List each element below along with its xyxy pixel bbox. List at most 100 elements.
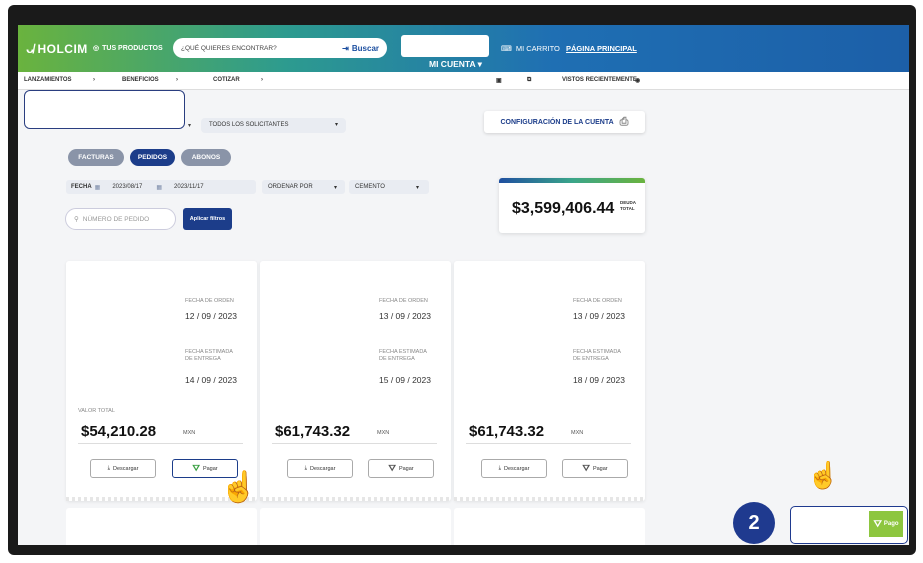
download-icon: ⤓ — [304, 465, 308, 471]
download-button[interactable]: ⤓ Descargar — [287, 459, 353, 478]
download-icon: ⤓ — [107, 465, 111, 471]
cart-icon: ⌨ — [501, 44, 512, 53]
search-button-label: Buscar — [351, 43, 379, 53]
apply-filters-button[interactable]: Aplicar filtros — [183, 208, 232, 230]
search-input[interactable]: ¿QUÉ QUIERES ENCONTRAR? — [181, 45, 342, 52]
cart-label: MI CARRITO — [515, 44, 560, 53]
order-date-label: FECHA DE ORDEN — [185, 298, 234, 304]
order-date-label: FECHA DE ORDEN — [573, 298, 622, 304]
date-range-filter[interactable]: FECHA ▦ 2023/08/17 ▦ 2023/11/17 — [66, 180, 256, 194]
order-date-value: 13 / 09 / 2023 — [379, 311, 431, 321]
order-amount: $54,210.28 — [81, 423, 157, 440]
download-label: Descargar — [310, 465, 336, 472]
pay-label: Pago — [883, 521, 899, 527]
chevron-down-icon: ▾ — [333, 184, 337, 191]
delivery-date-label-2: DE ENTREGA — [185, 356, 221, 362]
requesters-select[interactable]: TODOS LOS SOLICITANTES ▾ — [201, 118, 346, 133]
product-label: CEMENTO — [355, 184, 385, 190]
main-nav: LANZAMIENTOS › BENEFICIOS › COTIZAR › ▣ … — [18, 72, 909, 90]
download-label: Descargar — [113, 465, 139, 472]
download-button[interactable]: ⤓ Descargar — [481, 459, 547, 478]
home-link[interactable]: PÁGINA PRINCIPAL — [566, 44, 637, 53]
user-name-redacted — [401, 35, 489, 57]
calendar-icon[interactable]: ▦ — [95, 184, 101, 191]
tab-facturas[interactable]: FACTURAS — [68, 149, 124, 166]
delivery-date-label-1: FECHA ESTIMADA — [379, 349, 427, 355]
cart-link[interactable]: ⌨ MI CARRITO — [501, 44, 560, 53]
order-card: FECHA DE ORDEN 13 / 09 / 2023 FECHA ESTI… — [454, 261, 645, 501]
order-amount: $61,743.32 — [469, 423, 545, 440]
recently-viewed-link[interactable]: VISTOS RECIENTEMENTE — [562, 77, 637, 83]
card-perforation — [454, 497, 645, 501]
date-label: FECHA — [71, 184, 92, 190]
tab-abonos[interactable]: ABONOS — [181, 149, 231, 166]
order-card-partial — [454, 508, 645, 545]
arrow-right-icon: ⇥ — [342, 43, 349, 53]
settings-doc-icon: ⎙ — [619, 115, 629, 128]
delivery-date-label-1: FECHA ESTIMADA — [573, 349, 621, 355]
delivery-date-label-2: DE ENTREGA — [573, 356, 609, 362]
pay-icon: ⛛ — [582, 463, 590, 473]
search-button[interactable]: ⇥ Buscar — [342, 44, 379, 53]
pay-button-zoomed[interactable]: ⛛ Pago — [869, 511, 903, 537]
pay-icon: ⛛ — [873, 518, 882, 530]
eye-icon: ◉ — [635, 78, 641, 84]
order-number-search[interactable]: ⚲ NÚMERO DE PEDIDO — [65, 208, 176, 230]
chevron-down-icon: ▾ — [415, 184, 419, 191]
calendar-icon[interactable]: ▣ — [496, 77, 502, 84]
app-screen: ᴗ̸ HOLCIM ◎ TUS PRODUCTOS ¿QUÉ QUIERES E… — [18, 25, 909, 545]
chevron-down-icon: ▾ — [188, 123, 192, 129]
pay-label: Pagar — [398, 465, 414, 472]
zoomed-pay-callout: ⛛ Pago — [790, 506, 908, 544]
divider — [466, 443, 631, 444]
search-icon: ⚲ — [74, 216, 79, 223]
order-date-value: 12 / 09 / 2023 — [185, 311, 237, 321]
divider — [272, 443, 437, 444]
currency-label: MXN — [183, 430, 196, 436]
sort-select[interactable]: ORDENAR POR ▾ — [262, 180, 345, 194]
nav-item-lanzamientos[interactable]: LANZAMIENTOS — [24, 77, 72, 83]
pointer-hand-icon: ☝ — [806, 459, 840, 490]
order-number-input[interactable]: NÚMERO DE PEDIDO — [83, 216, 149, 223]
download-icon: ⤓ — [498, 465, 502, 471]
date-from[interactable]: 2023/08/17 — [112, 184, 142, 190]
total-debt-label: DEUDA TOTAL — [620, 200, 636, 212]
copy-icon[interactable]: ⧉ — [527, 77, 531, 84]
products-menu[interactable]: ◎ TUS PRODUCTOS — [93, 44, 163, 53]
tab-pedidos[interactable]: PEDIDOS — [130, 149, 175, 166]
currency-label: MXN — [571, 430, 584, 436]
nav-item-beneficios[interactable]: BENEFICIOS — [122, 77, 159, 83]
pay-label: Pagar — [592, 465, 608, 472]
total-value-label: VALOR TOTAL — [78, 408, 115, 414]
pay-button[interactable]: ⛛ Pagar — [368, 459, 434, 478]
holcim-logo[interactable]: ᴗ̸ HOLCIM — [26, 41, 88, 56]
card-perforation — [260, 497, 451, 501]
download-label: Descargar — [504, 465, 530, 472]
requesters-select-value: TODOS LOS SOLICITANTES — [209, 122, 289, 128]
my-account-menu[interactable]: MI CUENTA ▾ — [429, 59, 482, 70]
products-icon: ◎ — [93, 45, 100, 52]
pay-button[interactable]: ⛛ Pagar — [562, 459, 628, 478]
search-bar[interactable]: ¿QUÉ QUIERES ENCONTRAR? ⇥ Buscar — [173, 38, 387, 58]
account-settings-button[interactable]: CONFIGURACIÓN DE LA CUENTA ⎙ — [484, 111, 645, 133]
pay-icon: ⛛ — [192, 463, 200, 473]
delivery-date-label-1: FECHA ESTIMADA — [185, 349, 233, 355]
order-card: FECHA DE ORDEN 12 / 09 / 2023 FECHA ESTI… — [66, 261, 257, 501]
products-label: TUS PRODUCTOS — [102, 44, 163, 52]
pointer-hand-icon: ☝ — [219, 470, 258, 504]
pay-label: Pagar — [202, 465, 218, 472]
nav-item-cotizar[interactable]: COTIZAR — [213, 77, 240, 83]
total-debt-amount: $3,599,406.44 — [512, 200, 615, 217]
date-to[interactable]: 2023/11/17 — [174, 184, 204, 190]
delivery-date-value: 15 / 09 / 2023 — [379, 375, 431, 385]
product-select[interactable]: CEMENTO ▾ — [349, 180, 429, 194]
step-number-badge: 2 — [733, 502, 775, 544]
logo-text: HOLCIM — [37, 41, 88, 56]
calendar-icon[interactable]: ▦ — [156, 184, 162, 191]
total-debt-card: $3,599,406.44 DEUDA TOTAL — [499, 178, 645, 233]
delivery-date-value: 14 / 09 / 2023 — [185, 375, 237, 385]
download-button[interactable]: ⤓ Descargar — [90, 459, 156, 478]
my-account-label: MI CUENTA — [429, 59, 476, 69]
account-settings-label: CONFIGURACIÓN DE LA CUENTA — [500, 118, 614, 126]
client-selector-redacted[interactable] — [24, 90, 185, 129]
